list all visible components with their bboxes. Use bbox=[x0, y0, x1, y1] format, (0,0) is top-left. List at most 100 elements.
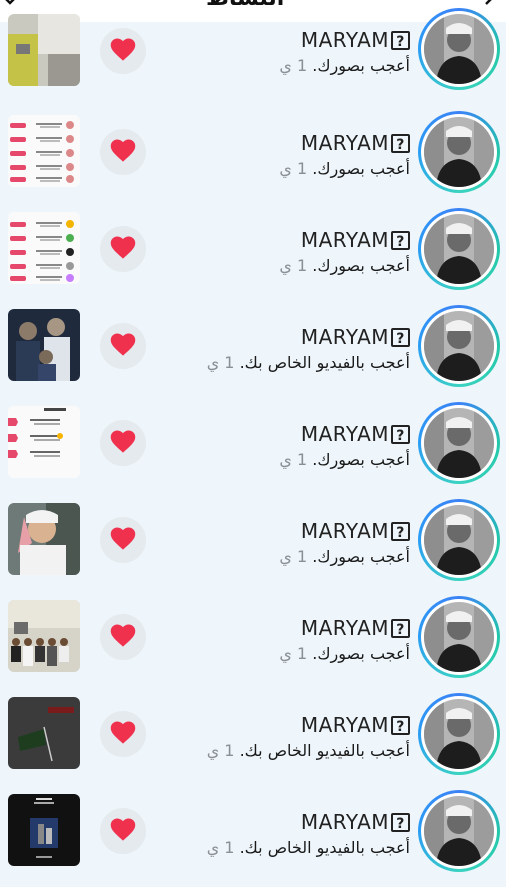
action-text: أعجب بصورك. bbox=[312, 56, 410, 75]
timestamp: 1 ي bbox=[279, 159, 308, 178]
avatar bbox=[424, 505, 494, 575]
timestamp: 1 ي bbox=[279, 644, 308, 663]
unknown-glyph-badge: ? bbox=[391, 424, 410, 444]
post-thumbnail[interactable] bbox=[8, 697, 80, 769]
activity-row[interactable]: MARYAM ? أعجب بصورك. 1 ي bbox=[0, 208, 506, 305]
activity-message: أعجب بصورك. 1 ي bbox=[140, 157, 410, 181]
unknown-glyph-badge: ? bbox=[391, 30, 410, 50]
heart-icon bbox=[109, 622, 137, 652]
avatar-frame bbox=[421, 11, 497, 87]
heart-icon bbox=[109, 816, 137, 846]
story-ring[interactable] bbox=[418, 208, 500, 290]
activity-message: أعجب بالفيديو الخاص بك. 1 ي bbox=[140, 351, 410, 375]
username-text: MARYAM bbox=[300, 519, 389, 543]
avatar bbox=[424, 602, 494, 672]
story-ring[interactable] bbox=[418, 402, 500, 484]
activity-text: MARYAM ? أعجب بالفيديو الخاص بك. 1 ي bbox=[140, 810, 410, 860]
action-text: أعجب بالفيديو الخاص بك. bbox=[239, 353, 410, 372]
post-thumbnail[interactable] bbox=[8, 503, 80, 575]
story-ring[interactable] bbox=[418, 499, 500, 581]
avatar-frame bbox=[421, 211, 497, 287]
username[interactable]: MARYAM ? bbox=[140, 616, 410, 640]
heart-icon bbox=[109, 719, 137, 749]
post-thumbnail[interactable] bbox=[8, 115, 80, 187]
avatar bbox=[424, 311, 494, 381]
username[interactable]: MARYAM ? bbox=[140, 325, 410, 349]
activity-text: MARYAM ? أعجب بالفيديو الخاص بك. 1 ي bbox=[140, 713, 410, 763]
activity-text: MARYAM ? أعجب بصورك. 1 ي bbox=[140, 519, 410, 569]
activity-row[interactable]: MARYAM ? أعجب بالفيديو الخاص بك. 1 ي bbox=[0, 693, 506, 790]
timestamp: 1 ي bbox=[279, 450, 308, 469]
activity-row[interactable]: MARYAM ? أعجب بصورك. 1 ي bbox=[0, 8, 506, 111]
unknown-glyph-badge: ? bbox=[391, 618, 410, 638]
heart-icon bbox=[109, 234, 137, 264]
story-ring[interactable] bbox=[418, 693, 500, 775]
username[interactable]: MARYAM ? bbox=[140, 713, 410, 737]
activity-message: أعجب بصورك. 1 ي bbox=[140, 642, 410, 666]
avatar bbox=[424, 699, 494, 769]
activity-message: أعجب بصورك. 1 ي bbox=[140, 448, 410, 472]
activity-text: MARYAM ? أعجب بصورك. 1 ي bbox=[140, 616, 410, 666]
post-thumbnail[interactable] bbox=[8, 600, 80, 672]
username[interactable]: MARYAM ? bbox=[140, 519, 410, 543]
username[interactable]: MARYAM ? bbox=[140, 228, 410, 252]
post-thumbnail[interactable] bbox=[8, 406, 80, 478]
timestamp: 1 ي bbox=[206, 741, 235, 760]
story-ring[interactable] bbox=[418, 111, 500, 193]
username[interactable]: MARYAM ? bbox=[140, 810, 410, 834]
activity-row[interactable]: MARYAM ? أعجب بالفيديو الخاص بك. 1 ي bbox=[0, 790, 506, 887]
activity-row[interactable]: MARYAM ? أعجب بصورك. 1 ي bbox=[0, 402, 506, 499]
username[interactable]: MARYAM ? bbox=[140, 28, 410, 52]
story-ring[interactable] bbox=[418, 8, 500, 90]
username[interactable]: MARYAM ? bbox=[140, 422, 410, 446]
unknown-glyph-badge: ? bbox=[391, 230, 410, 250]
story-ring[interactable] bbox=[418, 596, 500, 678]
heart-icon bbox=[109, 331, 137, 361]
username-text: MARYAM bbox=[300, 422, 389, 446]
action-text: أعجب بصورك. bbox=[312, 450, 410, 469]
post-thumbnail[interactable] bbox=[8, 794, 80, 866]
avatar bbox=[424, 117, 494, 187]
page-title[interactable]: النشاط bbox=[206, 0, 284, 11]
username-text: MARYAM bbox=[300, 713, 389, 737]
avatar-frame bbox=[421, 599, 497, 675]
avatar-frame bbox=[421, 696, 497, 772]
activity-text: MARYAM ? أعجب بصورك. 1 ي bbox=[140, 422, 410, 472]
unknown-glyph-badge: ? bbox=[391, 812, 410, 832]
story-ring[interactable] bbox=[418, 305, 500, 387]
avatar-frame bbox=[421, 405, 497, 481]
action-text: أعجب بصورك. bbox=[312, 256, 410, 275]
avatar-frame bbox=[421, 793, 497, 869]
username-text: MARYAM bbox=[300, 325, 389, 349]
timestamp: 1 ي bbox=[279, 547, 308, 566]
activity-message: أعجب بالفيديو الخاص بك. 1 ي bbox=[140, 739, 410, 763]
unknown-glyph-badge: ? bbox=[391, 521, 410, 541]
story-ring[interactable] bbox=[418, 790, 500, 872]
activity-row[interactable]: MARYAM ? أعجب بالفيديو الخاص بك. 1 ي bbox=[0, 305, 506, 402]
activity-row[interactable]: MARYAM ? أعجب بصورك. 1 ي bbox=[0, 596, 506, 693]
heart-icon bbox=[109, 137, 137, 167]
username[interactable]: MARYAM ? bbox=[140, 131, 410, 155]
username-text: MARYAM bbox=[300, 131, 389, 155]
unknown-glyph-badge: ? bbox=[391, 715, 410, 735]
post-thumbnail[interactable] bbox=[8, 309, 80, 381]
activity-row[interactable]: MARYAM ? أعجب بصورك. 1 ي bbox=[0, 111, 506, 208]
post-thumbnail[interactable] bbox=[8, 212, 80, 284]
activity-message: أعجب بصورك. 1 ي bbox=[140, 54, 410, 78]
activity-message: أعجب بصورك. 1 ي bbox=[140, 545, 410, 569]
heart-icon bbox=[109, 428, 137, 458]
activity-row[interactable]: MARYAM ? أعجب بصورك. 1 ي bbox=[0, 499, 506, 596]
activity-text: MARYAM ? أعجب بصورك. 1 ي bbox=[140, 131, 410, 181]
action-text: أعجب بصورك. bbox=[312, 547, 410, 566]
timestamp: 1 ي bbox=[206, 838, 235, 857]
activity-message: أعجب بالفيديو الخاص بك. 1 ي bbox=[140, 836, 410, 860]
unknown-glyph-badge: ? bbox=[391, 133, 410, 153]
action-text: أعجب بالفيديو الخاص بك. bbox=[239, 741, 410, 760]
heart-icon bbox=[109, 525, 137, 555]
avatar-frame bbox=[421, 114, 497, 190]
activity-text: MARYAM ? أعجب بالفيديو الخاص بك. 1 ي bbox=[140, 325, 410, 375]
activity-text: MARYAM ? أعجب بصورك. 1 ي bbox=[140, 228, 410, 278]
post-thumbnail[interactable] bbox=[8, 14, 80, 86]
username-text: MARYAM bbox=[300, 228, 389, 252]
heart-icon bbox=[109, 36, 137, 66]
